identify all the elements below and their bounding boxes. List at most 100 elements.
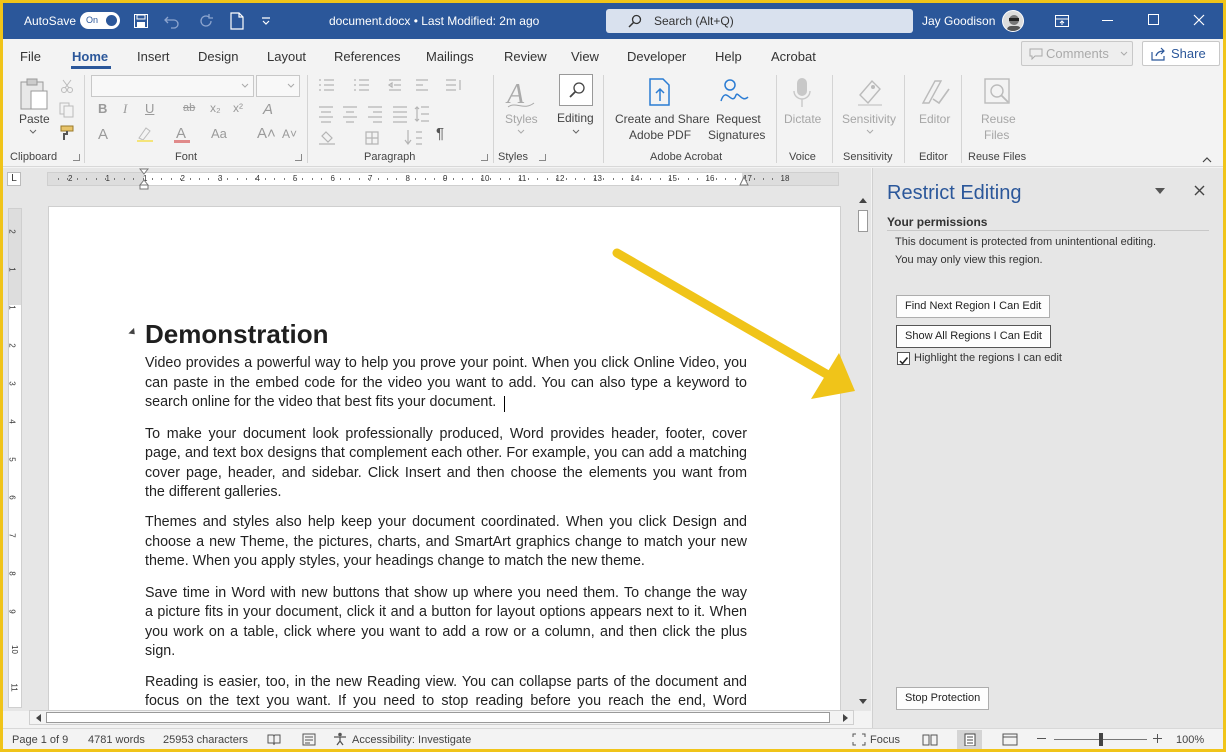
minimize-icon[interactable] xyxy=(1102,20,1114,22)
tab-acrobat[interactable]: Acrobat xyxy=(771,49,816,64)
hscroll-thumb[interactable] xyxy=(46,712,830,723)
paste-dropdown-icon[interactable] xyxy=(29,129,37,135)
find-next-region-button[interactable]: Find Next Region I Can Edit xyxy=(896,295,1051,318)
tab-developer[interactable]: Developer xyxy=(627,49,686,64)
reuse-files-icon[interactable] xyxy=(983,77,1013,107)
show-marks-button[interactable]: ¶ xyxy=(436,125,444,142)
stop-protection-button[interactable]: Stop Protection xyxy=(896,687,990,710)
reuse-label-2[interactable]: Files xyxy=(984,127,1009,143)
grow-font-button[interactable]: A˄ xyxy=(257,125,276,142)
character-count[interactable]: 25953 characters xyxy=(163,734,248,746)
share-button[interactable]: Share xyxy=(1142,41,1220,66)
paragraph-launcher[interactable] xyxy=(481,154,488,161)
pane-options-icon[interactable] xyxy=(1155,188,1165,194)
text-effects-button[interactable]: A xyxy=(98,126,108,143)
request-signatures-icon[interactable] xyxy=(718,77,752,107)
font-launcher[interactable] xyxy=(295,154,302,161)
new-document-icon[interactable] xyxy=(229,12,245,30)
redo-icon[interactable] xyxy=(198,13,214,29)
change-case-button[interactable]: Aa xyxy=(211,126,227,141)
zoom-slider-thumb[interactable] xyxy=(1099,733,1103,746)
sensitivity-icon[interactable] xyxy=(856,77,884,107)
font-name-field[interactable] xyxy=(91,75,254,97)
collapse-ribbon-icon[interactable] xyxy=(1202,156,1212,163)
customize-qat-icon[interactable] xyxy=(261,16,271,26)
request-label-1[interactable]: Request xyxy=(716,111,761,127)
create-pdf-label-1[interactable]: Create and Share xyxy=(615,111,710,127)
styles-icon[interactable]: A xyxy=(504,77,536,111)
format-painter-icon[interactable] xyxy=(59,125,75,141)
horizontal-scrollbar[interactable] xyxy=(29,710,854,725)
page-count[interactable]: Page 1 of 9 xyxy=(12,734,68,746)
scroll-right-icon[interactable] xyxy=(842,713,850,723)
tab-design[interactable]: Design xyxy=(198,49,238,64)
horizontal-ruler[interactable]: 2 1 1 2 3 4 5 6 7 8 9 10 11 12 13 14 15 16 17 18 xyxy=(47,172,839,186)
print-layout-icon[interactable] xyxy=(963,733,977,746)
right-indent-marker-icon[interactable] xyxy=(739,176,749,186)
user-name[interactable]: Jay Goodison xyxy=(922,14,995,28)
cut-icon[interactable] xyxy=(60,79,74,93)
undo-icon[interactable] xyxy=(163,13,181,29)
word-count[interactable]: 4781 words xyxy=(88,734,145,746)
editing-label[interactable]: Editing xyxy=(557,110,594,126)
microphone-icon[interactable] xyxy=(793,77,811,109)
create-pdf-label-2[interactable]: Adobe PDF xyxy=(629,127,691,143)
superscript-button[interactable]: x² xyxy=(233,101,243,115)
highlight-regions-label[interactable]: Highlight the regions I can edit xyxy=(914,352,1062,364)
clear-formatting-button[interactable]: A xyxy=(263,101,273,118)
styles-label[interactable]: Styles xyxy=(505,111,538,127)
tab-view[interactable]: View xyxy=(571,49,599,64)
tab-file[interactable]: File xyxy=(20,49,41,64)
scroll-left-icon[interactable] xyxy=(34,713,42,723)
close-icon[interactable] xyxy=(1193,14,1205,26)
maximize-icon[interactable] xyxy=(1148,14,1160,26)
highlight-icon[interactable] xyxy=(136,126,154,142)
zoom-out-icon[interactable] xyxy=(1037,738,1047,740)
editor-icon[interactable] xyxy=(919,77,951,107)
tab-layout[interactable]: Layout xyxy=(267,49,306,64)
dictate-label[interactable]: Dictate xyxy=(784,111,821,127)
tab-review[interactable]: Review xyxy=(504,49,547,64)
proofing-icon[interactable] xyxy=(267,733,281,746)
tab-home[interactable]: Home xyxy=(72,49,108,64)
request-label-2[interactable]: Signatures xyxy=(708,127,765,143)
highlight-regions-checkbox[interactable] xyxy=(897,352,910,365)
ribbon-display-options-icon[interactable] xyxy=(1054,14,1070,28)
editing-button-frame[interactable] xyxy=(559,74,593,106)
paste-icon[interactable] xyxy=(19,77,49,111)
editor-label[interactable]: Editor xyxy=(919,111,950,127)
paste-label[interactable]: Paste xyxy=(19,111,50,127)
create-pdf-icon[interactable] xyxy=(648,77,674,107)
italic-button[interactable]: I xyxy=(123,101,127,117)
indent-marker-icon[interactable] xyxy=(139,168,149,190)
tab-references[interactable]: References xyxy=(334,49,400,64)
clipboard-launcher[interactable] xyxy=(73,154,80,161)
save-icon[interactable] xyxy=(133,13,149,29)
avatar[interactable] xyxy=(1002,10,1024,32)
close-pane-icon[interactable] xyxy=(1194,185,1205,196)
collapse-heading-icon[interactable] xyxy=(128,327,138,338)
web-layout-icon[interactable] xyxy=(1002,733,1018,746)
shrink-font-button[interactable]: A˅ xyxy=(282,127,297,141)
comments-button[interactable]: Comments xyxy=(1021,41,1133,66)
read-mode-icon[interactable] xyxy=(922,733,938,746)
tab-mailings[interactable]: Mailings xyxy=(426,49,474,64)
bold-button[interactable]: B xyxy=(98,101,107,116)
zoom-in-icon[interactable] xyxy=(1153,734,1163,744)
tab-help[interactable]: Help xyxy=(715,49,742,64)
subscript-button[interactable]: x₂ xyxy=(210,101,221,115)
styles-launcher[interactable] xyxy=(539,154,546,161)
scroll-down-icon[interactable] xyxy=(858,698,868,706)
accessibility-status[interactable]: Accessibility: Investigate xyxy=(352,734,471,746)
tab-selector[interactable]: L xyxy=(7,172,21,186)
scroll-thumb[interactable] xyxy=(858,210,868,232)
reuse-label-1[interactable]: Reuse xyxy=(981,111,1016,127)
track-changes-icon[interactable] xyxy=(302,733,316,746)
font-size-field[interactable] xyxy=(256,75,300,97)
copy-icon[interactable] xyxy=(59,102,75,118)
autosave-toggle[interactable]: On xyxy=(80,12,120,29)
zoom-level[interactable]: 100% xyxy=(1176,734,1204,746)
focus-icon[interactable] xyxy=(852,733,866,746)
scroll-up-icon[interactable] xyxy=(858,196,868,204)
focus-mode-label[interactable]: Focus xyxy=(870,734,900,746)
